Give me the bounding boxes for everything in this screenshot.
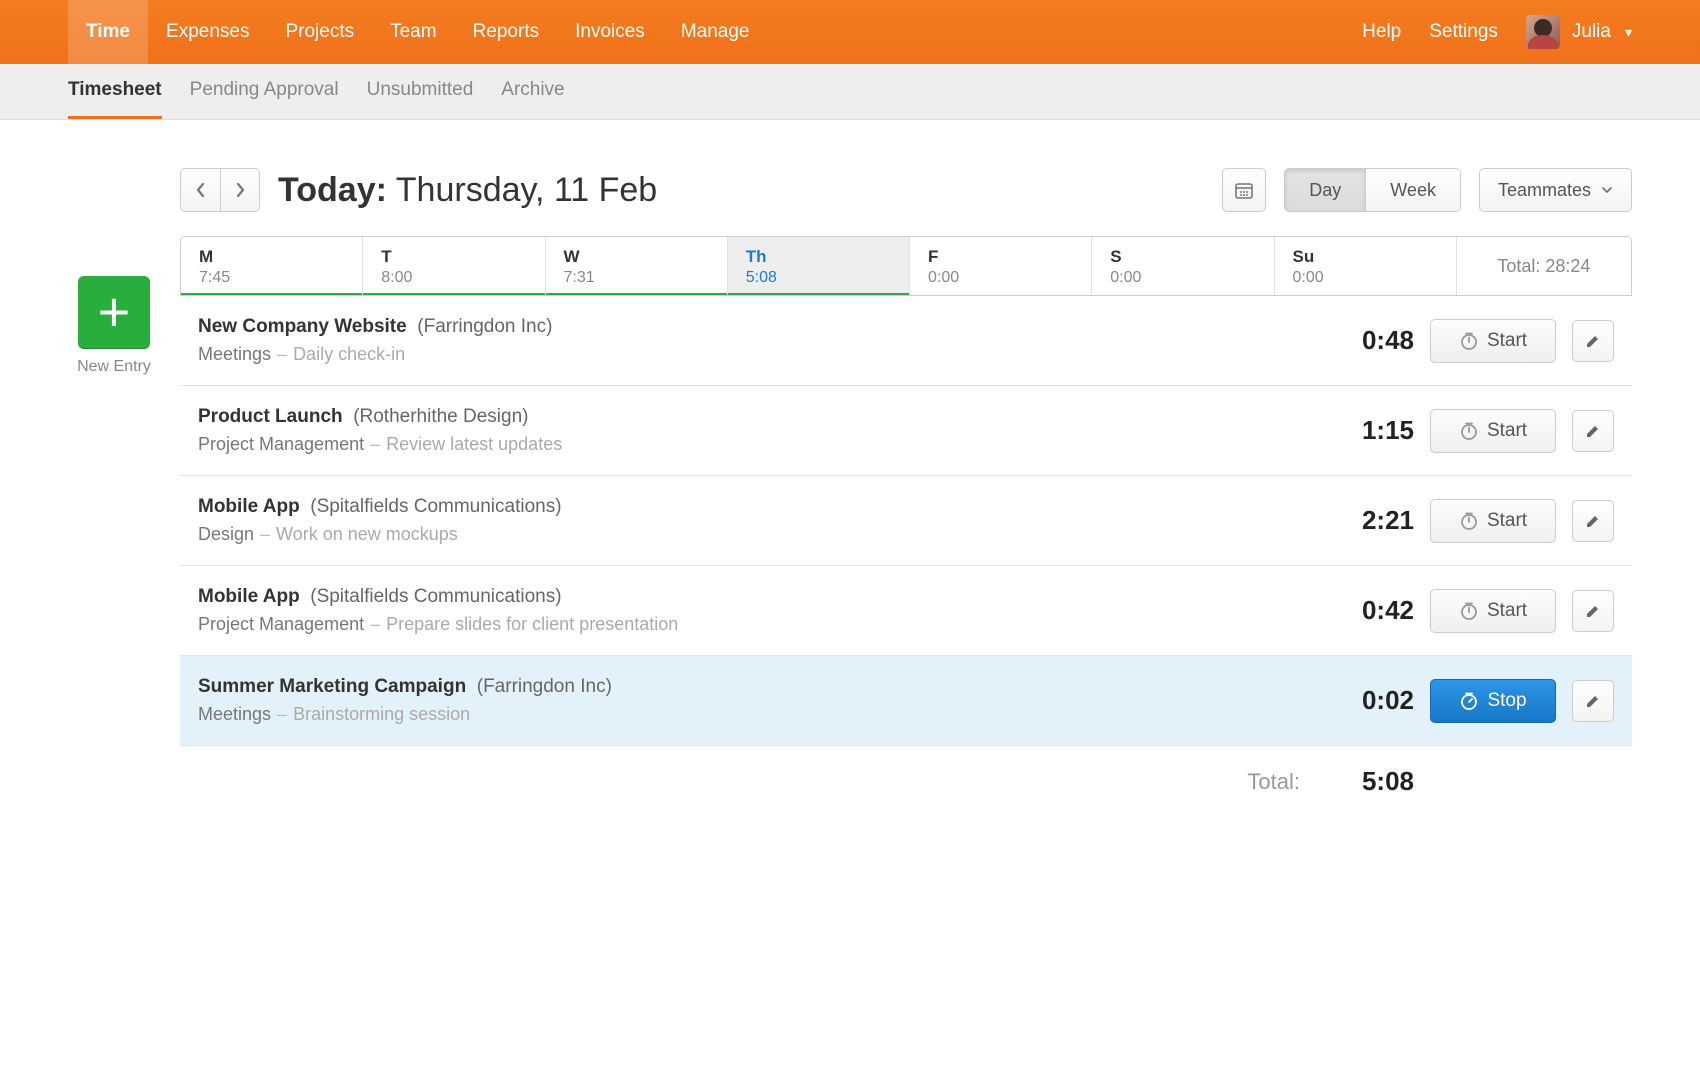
calendar-button[interactable] <box>1222 168 1266 212</box>
day-friday[interactable]: F 0:00 <box>910 237 1092 295</box>
stopwatch-icon <box>1459 421 1479 441</box>
subnav-archive[interactable]: Archive <box>501 64 564 119</box>
teammates-dropdown[interactable]: Teammates <box>1479 168 1632 212</box>
chevron-right-icon <box>234 182 246 198</box>
nav-help[interactable]: Help <box>1362 21 1401 43</box>
week-total: Total: 28:24 <box>1457 237 1631 295</box>
time-entry: Mobile App (Spitalfields Communications)… <box>180 566 1632 656</box>
chevron-down-icon: ▾ <box>1625 24 1632 41</box>
day-sunday[interactable]: Su 0:00 <box>1275 237 1457 295</box>
week-strip: M 7:45 T 8:00 W 7:31 Th 5:08 F 0:00 S 0:… <box>180 236 1632 296</box>
day-saturday[interactable]: S 0:00 <box>1092 237 1274 295</box>
start-timer-button[interactable]: Start <box>1430 589 1556 633</box>
entry-task: Design <box>198 524 254 544</box>
nav-reports[interactable]: Reports <box>455 0 558 64</box>
start-timer-button[interactable]: Start <box>1430 409 1556 453</box>
view-week-button[interactable]: Week <box>1366 169 1460 211</box>
entry-notes: Daily check-in <box>293 344 405 364</box>
date-nav <box>180 168 260 212</box>
edit-entry-button[interactable] <box>1572 410 1614 452</box>
day-monday[interactable]: M 7:45 <box>181 237 363 295</box>
entry-duration: 0:48 <box>1324 325 1414 356</box>
avatar <box>1526 15 1560 49</box>
time-entry-running: Summer Marketing Campaign (Farringdon In… <box>180 656 1632 746</box>
edit-entry-button[interactable] <box>1572 680 1614 722</box>
entry-project: New Company Website <box>198 316 407 337</box>
nav-settings[interactable]: Settings <box>1429 21 1498 43</box>
user-menu[interactable]: Julia ▾ <box>1526 15 1632 49</box>
entry-notes: Brainstorming session <box>293 704 470 724</box>
entry-client: (Spitalfields Communications) <box>310 496 561 517</box>
entry-task: Project Management <box>198 614 364 634</box>
entry-notes: Prepare slides for client presentation <box>386 614 678 634</box>
entry-duration: 0:02 <box>1324 685 1414 716</box>
entry-project: Mobile App <box>198 496 300 517</box>
nav-time[interactable]: Time <box>68 0 148 64</box>
entry-duration: 2:21 <box>1324 505 1414 536</box>
nav-invoices[interactable]: Invoices <box>557 0 663 64</box>
user-name: Julia <box>1572 21 1611 43</box>
time-entry: New Company Website (Farringdon Inc) Mee… <box>180 296 1632 386</box>
start-timer-button[interactable]: Start <box>1430 319 1556 363</box>
top-nav: Time Expenses Projects Team Reports Invo… <box>0 0 1700 64</box>
nav-expenses[interactable]: Expenses <box>148 0 267 64</box>
pencil-icon <box>1585 333 1601 349</box>
edit-entry-button[interactable] <box>1572 500 1614 542</box>
day-total-label: Total: <box>198 769 1308 795</box>
entry-duration: 1:15 <box>1324 415 1414 446</box>
nav-projects[interactable]: Projects <box>267 0 372 64</box>
pencil-icon <box>1585 603 1601 619</box>
entry-notes: Review latest updates <box>386 434 562 454</box>
day-tuesday[interactable]: T 8:00 <box>363 237 545 295</box>
entry-client: (Rotherhithe Design) <box>353 406 528 427</box>
time-entry: Product Launch (Rotherhithe Design) Proj… <box>180 386 1632 476</box>
entry-notes: Work on new mockups <box>276 524 458 544</box>
stop-timer-button[interactable]: Stop <box>1430 679 1556 723</box>
start-timer-button[interactable]: Start <box>1430 499 1556 543</box>
new-entry-button[interactable]: + <box>78 276 150 348</box>
subnav-pending-approval[interactable]: Pending Approval <box>190 64 339 119</box>
stopwatch-icon <box>1459 691 1479 711</box>
day-total-value: 5:08 <box>1324 766 1414 797</box>
date-title: Today: Thursday, 11 Feb <box>278 171 657 210</box>
pencil-icon <box>1585 693 1601 709</box>
new-entry-label: New Entry <box>77 358 151 376</box>
edit-entry-button[interactable] <box>1572 590 1614 632</box>
calendar-icon <box>1234 180 1254 200</box>
prev-day-button[interactable] <box>180 168 220 212</box>
entry-project: Product Launch <box>198 406 343 427</box>
stopwatch-icon <box>1459 331 1479 351</box>
entry-client: (Farringdon Inc) <box>417 316 552 337</box>
nav-manage[interactable]: Manage <box>663 0 768 64</box>
entry-task: Meetings <box>198 344 271 364</box>
entry-project: Summer Marketing Campaign <box>198 676 466 697</box>
entry-task: Meetings <box>198 704 271 724</box>
entry-duration: 0:42 <box>1324 595 1414 626</box>
teammates-label: Teammates <box>1498 180 1591 201</box>
edit-entry-button[interactable] <box>1572 320 1614 362</box>
entry-project: Mobile App <box>198 586 300 607</box>
next-day-button[interactable] <box>220 168 260 212</box>
day-wednesday[interactable]: W 7:31 <box>546 237 728 295</box>
sub-nav: Timesheet Pending Approval Unsubmitted A… <box>0 64 1700 120</box>
subnav-unsubmitted[interactable]: Unsubmitted <box>367 64 474 119</box>
plus-icon: + <box>98 298 131 326</box>
pencil-icon <box>1585 423 1601 439</box>
pencil-icon <box>1585 513 1601 529</box>
stopwatch-icon <box>1459 601 1479 621</box>
time-entry: Mobile App (Spitalfields Communications)… <box>180 476 1632 566</box>
entry-client: (Spitalfields Communications) <box>310 586 561 607</box>
view-toggle: Day Week <box>1284 168 1461 212</box>
day-thursday[interactable]: Th 5:08 <box>728 237 910 295</box>
entry-task: Project Management <box>198 434 364 454</box>
nav-team[interactable]: Team <box>372 0 454 64</box>
chevron-left-icon <box>195 182 207 198</box>
entry-client: (Farringdon Inc) <box>477 676 612 697</box>
subnav-timesheet[interactable]: Timesheet <box>68 64 162 119</box>
day-total-row: Total: 5:08 <box>180 746 1632 817</box>
entries-list: New Company Website (Farringdon Inc) Mee… <box>180 296 1632 746</box>
chevron-down-icon <box>1601 184 1613 196</box>
view-day-button[interactable]: Day <box>1285 169 1366 211</box>
stopwatch-icon <box>1459 511 1479 531</box>
